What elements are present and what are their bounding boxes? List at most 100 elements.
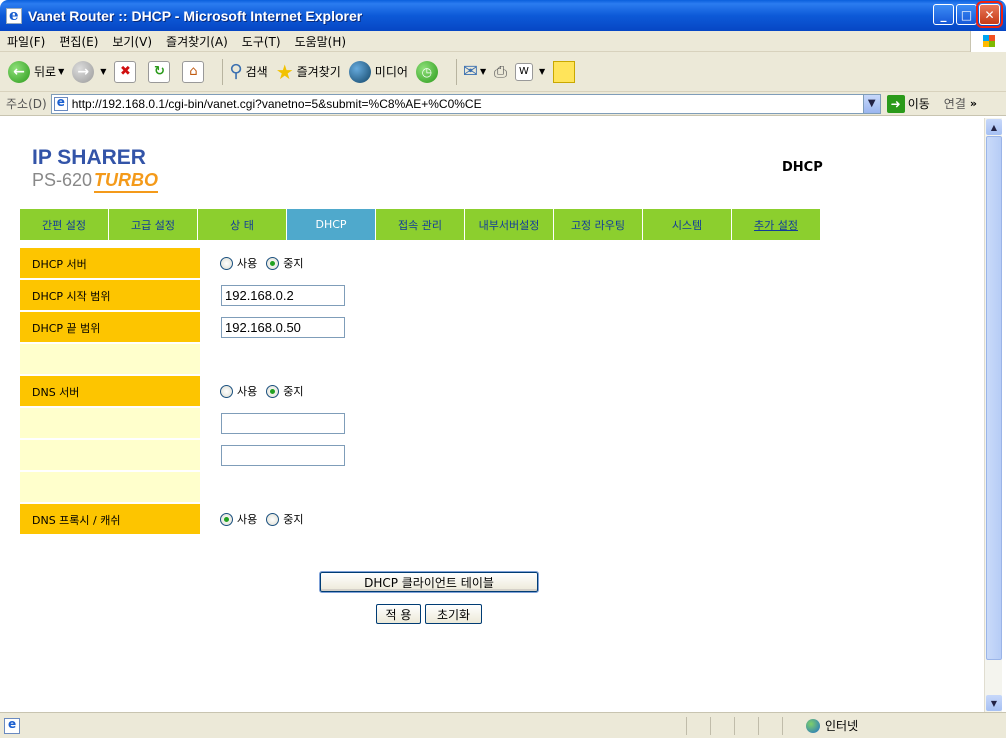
dns1-input[interactable] <box>221 412 345 434</box>
dhcp-server-use-radio[interactable] <box>220 256 233 270</box>
dns2-label <box>20 440 200 470</box>
tab-dhcp[interactable]: DHCP <box>287 209 375 240</box>
apply-button[interactable]: 적 용 <box>376 604 421 624</box>
tab-static-routing[interactable]: 고정 라우팅 <box>554 209 642 240</box>
close-button[interactable]: ✕ <box>976 1 1003 28</box>
links-label[interactable]: 연결 <box>944 95 966 112</box>
menu-bar: 파일(F) 편집(E) 보기(V) 즐겨찾기(A) 도구(T) 도움말(H) <box>0 31 1006 52</box>
tab-label: 시스템 <box>671 218 703 232</box>
dns-server-options: 사용 중지 <box>220 376 313 406</box>
mail-button[interactable]: ✉ ▼ <box>463 61 486 82</box>
dns-proxy-options: 사용 중지 <box>220 504 313 534</box>
address-dropdown-icon[interactable]: ▼ <box>862 94 880 113</box>
home-button[interactable]: ⌂ <box>182 60 208 83</box>
star-icon: ★ <box>275 59 294 84</box>
page-icon <box>53 95 68 111</box>
dns2-input[interactable] <box>221 444 345 466</box>
dns1-label <box>20 408 200 438</box>
dns-proxy-use-radio[interactable] <box>220 512 233 526</box>
tab-access-control[interactable]: 접속 관리 <box>376 209 464 240</box>
menu-help[interactable]: 도움말(H) <box>288 33 354 50</box>
printer-icon: ⎙ <box>494 61 507 81</box>
minimize-button[interactable]: _ <box>933 4 954 25</box>
tab-system[interactable]: 시스템 <box>643 209 731 240</box>
maximize-button[interactable]: □ <box>956 4 977 25</box>
favorites-button[interactable]: ★ 즐겨찾기 <box>276 60 341 84</box>
vertical-scrollbar[interactable]: ▲ ▼ <box>984 118 1002 712</box>
dhcp-server-stop-radio[interactable] <box>266 256 280 270</box>
window-title: Vanet Router :: DHCP - Microsoft Interne… <box>28 7 363 24</box>
tab-label: 추가 설정 <box>754 218 798 232</box>
dhcp-end-label: DHCP 끝 범위 <box>20 312 200 342</box>
menu-favorites[interactable]: 즐겨찾기(A) <box>159 33 235 50</box>
mail-dropdown-icon[interactable]: ▼ <box>480 67 486 76</box>
chevron-right-icon[interactable]: » <box>970 97 977 110</box>
address-input[interactable]: http://192.168.0.1/cgi-bin/vanet.cgi?van… <box>50 93 881 114</box>
status-divider <box>758 717 759 735</box>
forward-dropdown-icon[interactable]: ▼ <box>100 67 106 76</box>
history-button[interactable]: ◷ <box>415 60 442 83</box>
messenger-button[interactable] <box>553 60 576 83</box>
row-spacer <box>20 472 920 504</box>
row-dns2 <box>20 440 920 472</box>
tab-internal-server[interactable]: 내부서버설정 <box>465 209 553 240</box>
forward-button[interactable]: → ▼ <box>72 60 106 83</box>
window-controls: _ □ ✕ <box>933 1 1003 28</box>
dhcp-start-input[interactable] <box>221 284 345 306</box>
scroll-up-icon[interactable]: ▲ <box>986 119 1002 135</box>
spacer-label <box>20 472 200 502</box>
tab-label: 고급 설정 <box>131 218 175 232</box>
tab-advanced-setup[interactable]: 고급 설정 <box>109 209 197 240</box>
toolbar-separator <box>455 58 457 85</box>
tab-easy-setup[interactable]: 간편 설정 <box>20 209 108 240</box>
back-dropdown-icon[interactable]: ▼ <box>58 67 64 76</box>
edit-dropdown-icon[interactable]: ▼ <box>539 67 545 76</box>
refresh-button[interactable]: ↻ <box>148 60 174 83</box>
scroll-thumb[interactable] <box>986 136 1002 660</box>
history-icon: ◷ <box>415 60 438 83</box>
back-button[interactable]: ← 뒤로 ▼ <box>8 60 64 83</box>
scroll-down-icon[interactable]: ▼ <box>986 695 1002 711</box>
dhcp-client-table-button[interactable]: DHCP 클라이언트 테이블 <box>319 571 539 593</box>
row-dhcp-end: DHCP 끝 범위 <box>20 312 920 344</box>
address-bar: 주소(D) http://192.168.0.1/cgi-bin/vanet.c… <box>0 92 1006 116</box>
dns-proxy-label: DNS 프록시 / 캐쉬 <box>20 504 200 534</box>
menu-file[interactable]: 파일(F) <box>0 33 52 50</box>
windows-logo-icon <box>970 31 1006 52</box>
dns-proxy-stop-radio[interactable] <box>266 512 280 526</box>
radio-label: 사용 <box>237 385 258 398</box>
ie-app-icon <box>6 6 22 24</box>
row-dns1 <box>20 408 920 440</box>
tab-label: 고정 라우팅 <box>570 218 626 232</box>
tab-label: 내부서버설정 <box>478 218 540 232</box>
security-zone: 인터넷 <box>806 717 858 734</box>
globe-icon <box>806 718 820 733</box>
browser-toolbar: ← 뒤로 ▼ → ▼ ✖ ↻ ⌂ ⚲ 검색 ★ 즐겨찾기 미디어 ◷ ✉ ▼ ⎙… <box>0 52 1006 92</box>
tab-extra-settings[interactable]: 추가 설정 <box>732 209 820 240</box>
print-button[interactable]: ⎙ <box>494 62 507 82</box>
row-dns-server: DNS 서버 사용 중지 <box>20 376 920 408</box>
menu-view[interactable]: 보기(V) <box>105 33 159 50</box>
dns-server-use-radio[interactable] <box>220 384 233 398</box>
menu-tools[interactable]: 도구(T) <box>235 33 288 50</box>
menu-edit[interactable]: 편집(E) <box>52 33 105 50</box>
address-url[interactable]: http://192.168.0.1/cgi-bin/vanet.cgi?van… <box>72 97 482 111</box>
go-label: 이동 <box>907 97 930 111</box>
reset-button[interactable]: 초기화 <box>425 604 482 624</box>
edit-button[interactable]: W ▼ <box>514 62 545 81</box>
tab-label: 간편 설정 <box>42 218 86 232</box>
status-divider <box>710 717 711 735</box>
go-button[interactable]: ➜ 이동 <box>886 94 930 113</box>
row-dns-proxy: DNS 프록시 / 캐쉬 사용 중지 <box>20 504 920 536</box>
favorites-label: 즐겨찾기 <box>296 65 341 79</box>
search-button[interactable]: ⚲ 검색 <box>229 61 267 82</box>
dns2-field <box>220 440 345 470</box>
tab-status[interactable]: 상 태 <box>198 209 286 240</box>
back-label: 뒤로 <box>34 65 57 79</box>
dhcp-end-input[interactable] <box>221 316 345 338</box>
dns-server-stop-radio[interactable] <box>266 384 280 398</box>
page-status-icon <box>4 717 20 734</box>
stop-button[interactable]: ✖ <box>114 60 140 83</box>
media-button[interactable]: 미디어 <box>348 60 408 83</box>
row-dhcp-server: DHCP 서버 사용 중지 <box>20 248 920 280</box>
